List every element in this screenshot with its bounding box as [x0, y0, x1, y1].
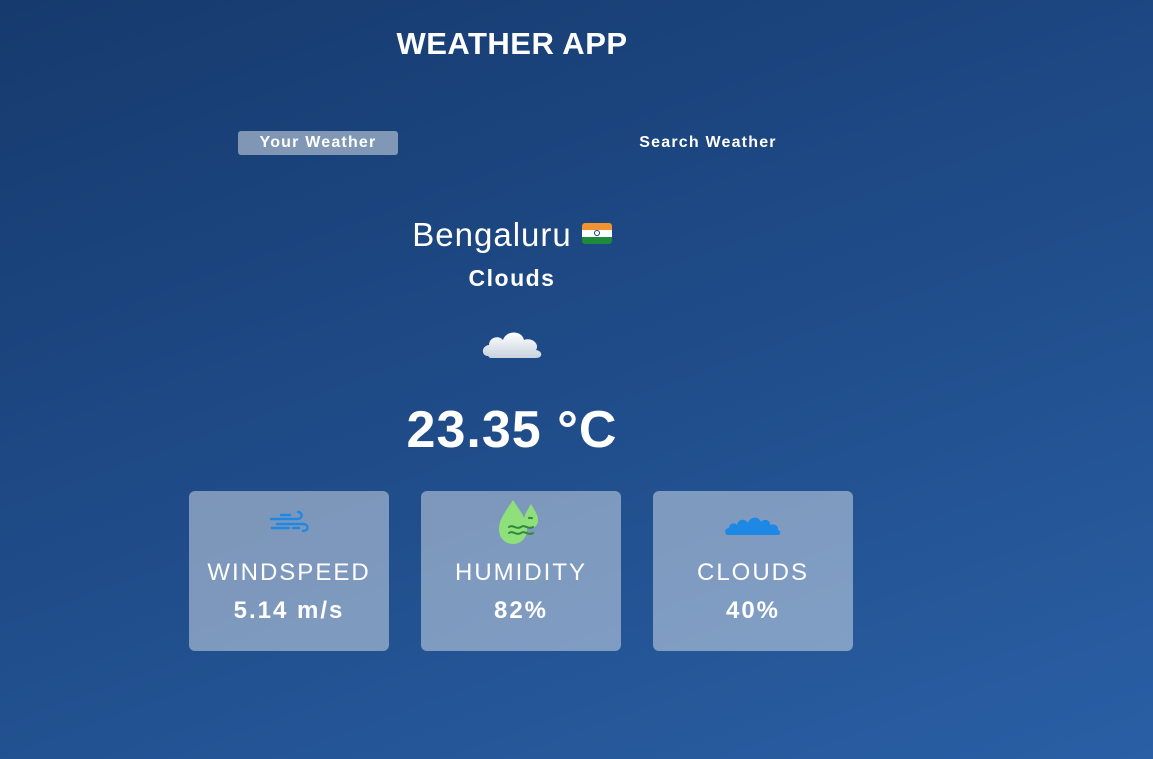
- tab-bar: Your Weather Search Weather: [0, 131, 1024, 155]
- city-name: Bengaluru: [412, 216, 572, 253]
- humidity-label: HUMIDITY: [455, 559, 587, 586]
- windspeed-label: WINDSPEED: [207, 559, 371, 586]
- clouds-label: CLOUDS: [696, 559, 810, 586]
- humidity-drops-icon: [491, 497, 551, 545]
- weather-condition: Clouds: [468, 265, 556, 291]
- windspeed-card: WINDSPEED 5.14 m/s: [189, 491, 389, 651]
- app-title: WEATHER APP: [396, 26, 628, 61]
- humidity-value: 82%: [493, 597, 549, 624]
- temperature: 23.35 °C: [406, 401, 618, 459]
- wind-icon: [259, 497, 319, 545]
- windspeed-value: 5.14 m/s: [233, 597, 345, 624]
- tab-your-weather[interactable]: Your Weather: [238, 131, 398, 155]
- clouds-value: 40%: [725, 597, 781, 624]
- clouds-icon: [723, 497, 783, 545]
- humidity-card: HUMIDITY 82%: [421, 491, 621, 651]
- clouds-card: CLOUDS 40%: [653, 491, 853, 651]
- tab-search-weather[interactable]: Search Weather: [608, 131, 808, 155]
- location-row: Bengaluru: [0, 216, 1024, 254]
- india-flag-icon: [581, 223, 612, 244]
- cloud-icon: [480, 320, 546, 362]
